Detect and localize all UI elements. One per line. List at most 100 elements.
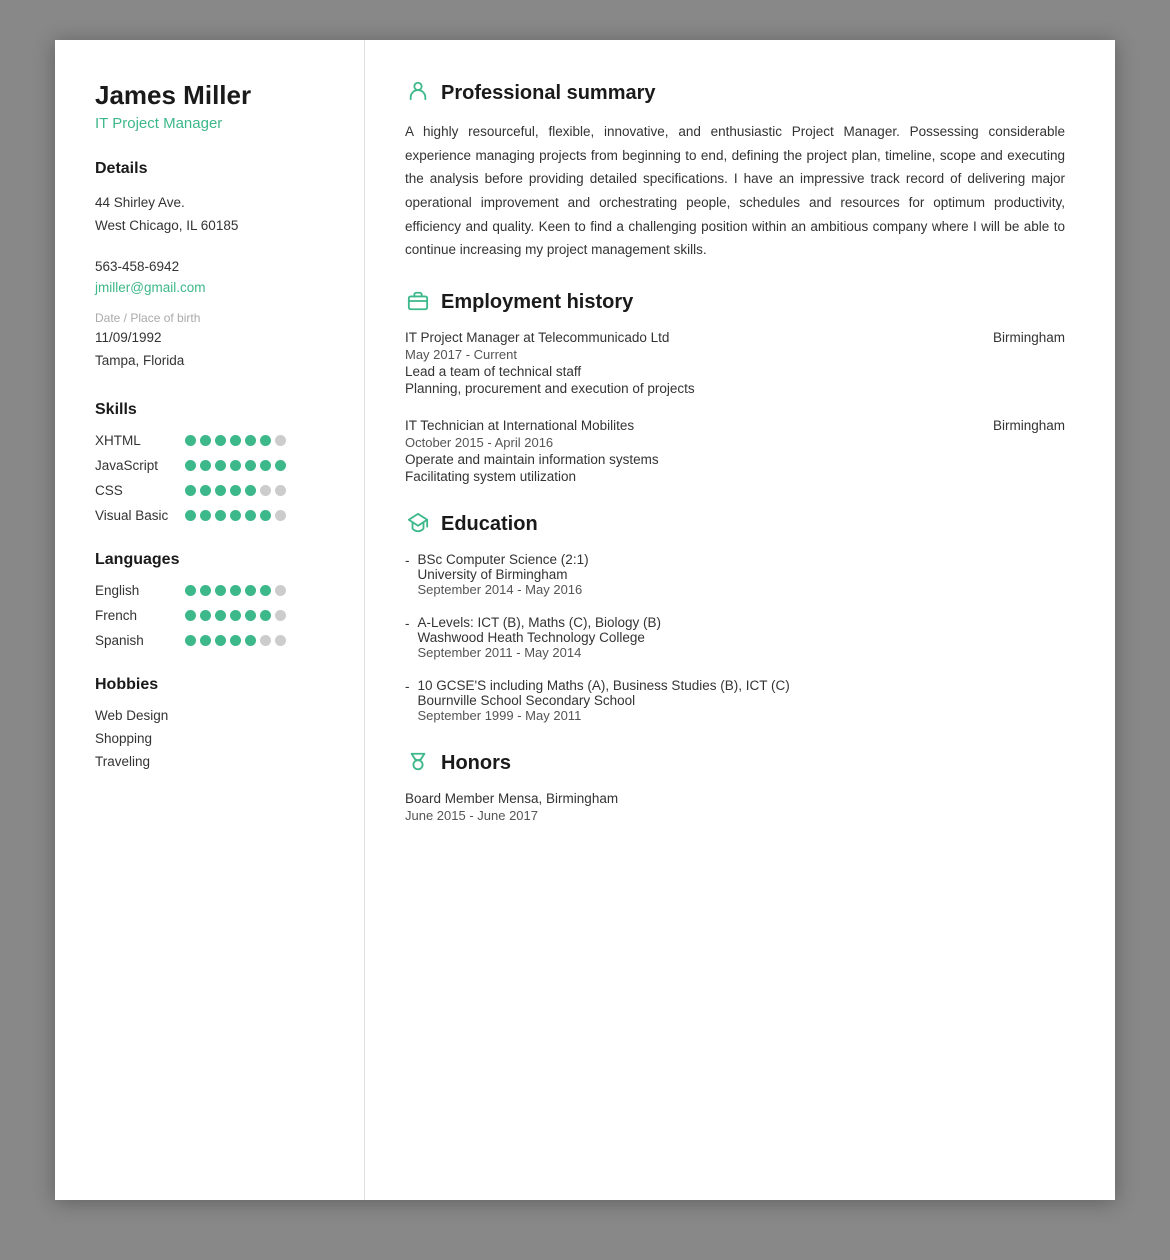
edu-school: University of Birmingham (418, 567, 589, 582)
edu-degree: 10 GCSE'S including Maths (A), Business … (418, 678, 790, 693)
dot-filled (245, 435, 256, 446)
job-entry: IT Technician at International Mobilites… (405, 418, 1065, 484)
languages-section-title: Languages (95, 551, 334, 569)
dot-filled (200, 485, 211, 496)
edu-dates: September 1999 - May 2011 (418, 708, 790, 723)
education-title: Education (441, 513, 538, 536)
dot-empty (275, 585, 286, 596)
languages-list: EnglishFrenchSpanish (95, 583, 334, 648)
dot-filled (215, 510, 226, 521)
dot-filled (230, 460, 241, 471)
dot-filled (215, 585, 226, 596)
dot-filled (185, 435, 196, 446)
honors-header: Honors (405, 751, 1065, 777)
edu-dates: September 2014 - May 2016 (418, 582, 589, 597)
edu-dash: - (405, 616, 410, 660)
honor-title: Board Member Mensa, Birmingham (405, 791, 1065, 806)
honors-title: Honors (441, 752, 511, 775)
person-icon (405, 80, 431, 106)
skill-name: CSS (95, 483, 185, 498)
job-entry: IT Project Manager at Telecommunicado Lt… (405, 330, 1065, 396)
dot-filled (200, 610, 211, 621)
skill-row: JavaScript (95, 458, 334, 473)
email[interactable]: jmiller@gmail.com (95, 280, 205, 295)
dot-filled (185, 485, 196, 496)
education-list: -BSc Computer Science (2:1)University of… (405, 552, 1065, 723)
hobby-item: Traveling (95, 754, 334, 769)
dot-filled (215, 635, 226, 646)
dot-filled (245, 585, 256, 596)
employment-header: Employment history (405, 290, 1065, 316)
language-name: French (95, 608, 185, 623)
job-detail: Operate and maintain information systems (405, 452, 1065, 467)
education-entry: -BSc Computer Science (2:1)University of… (405, 552, 1065, 597)
summary-text: A highly resourceful, flexible, innovati… (405, 120, 1065, 262)
skills-list: XHTMLJavaScriptCSSVisual Basic (95, 433, 334, 523)
dot-filled (245, 460, 256, 471)
edu-dash: - (405, 679, 410, 723)
edu-school: Washwood Heath Technology College (418, 630, 662, 645)
dot-filled (200, 510, 211, 521)
skill-dots (185, 485, 286, 496)
dot-filled (245, 635, 256, 646)
language-dots (185, 585, 286, 596)
dot-filled (200, 460, 211, 471)
language-row: French (95, 608, 334, 623)
candidate-title: IT Project Manager (95, 115, 334, 132)
job-dates: May 2017 - Current (405, 347, 1065, 362)
dot-empty (260, 635, 271, 646)
edu-content: BSc Computer Science (2:1)University of … (418, 552, 589, 597)
medal-icon (405, 751, 431, 777)
dot-filled (185, 585, 196, 596)
language-name: Spanish (95, 633, 185, 648)
summary-title: Professional summary (441, 82, 656, 105)
job-location: Birmingham (993, 330, 1065, 345)
left-column: James Miller IT Project Manager Details … (55, 40, 365, 1200)
dot-empty (275, 635, 286, 646)
dot-filled (185, 510, 196, 521)
education-entry: -A-Levels: ICT (B), Maths (C), Biology (… (405, 615, 1065, 660)
dot-filled (245, 610, 256, 621)
job-title-name: IT Project Manager at Telecommunicado Lt… (405, 330, 669, 345)
dot-filled (260, 510, 271, 521)
dot-filled (245, 485, 256, 496)
dot-filled (260, 460, 271, 471)
job-location: Birmingham (993, 418, 1065, 433)
skill-name: JavaScript (95, 458, 185, 473)
address-line2: West Chicago, IL 60185 (95, 215, 334, 238)
dot-filled (245, 510, 256, 521)
skill-row: CSS (95, 483, 334, 498)
dot-filled (215, 485, 226, 496)
dob-label: Date / Place of birth (95, 311, 334, 325)
dob-place: Tampa, Florida (95, 350, 334, 373)
dot-empty (275, 610, 286, 621)
job-header-row: IT Technician at International Mobilites… (405, 418, 1065, 433)
dot-empty (275, 485, 286, 496)
address-line1: 44 Shirley Ave. (95, 192, 334, 215)
language-dots (185, 610, 286, 621)
skill-dots (185, 510, 286, 521)
dot-empty (275, 510, 286, 521)
dot-filled (185, 610, 196, 621)
dot-filled (185, 460, 196, 471)
dot-filled (230, 635, 241, 646)
dot-filled (215, 610, 226, 621)
edu-degree: A-Levels: ICT (B), Maths (C), Biology (B… (418, 615, 662, 630)
dot-filled (230, 510, 241, 521)
skills-section-title: Skills (95, 401, 334, 419)
right-column: Professional summary A highly resourcefu… (365, 40, 1115, 1200)
skill-name: Visual Basic (95, 508, 185, 523)
edu-dates: September 2011 - May 2014 (418, 645, 662, 660)
phone: 563-458-6942 (95, 256, 334, 279)
hobby-item: Shopping (95, 731, 334, 746)
hobbies-list: Web DesignShoppingTraveling (95, 708, 334, 769)
dot-empty (275, 435, 286, 446)
dob: 11/09/1992 (95, 327, 334, 350)
job-title-name: IT Technician at International Mobilites (405, 418, 634, 433)
education-header: Education (405, 512, 1065, 538)
skill-dots (185, 435, 286, 446)
summary-header: Professional summary (405, 80, 1065, 106)
job-header-row: IT Project Manager at Telecommunicado Lt… (405, 330, 1065, 345)
skill-row: Visual Basic (95, 508, 334, 523)
dot-filled (230, 435, 241, 446)
